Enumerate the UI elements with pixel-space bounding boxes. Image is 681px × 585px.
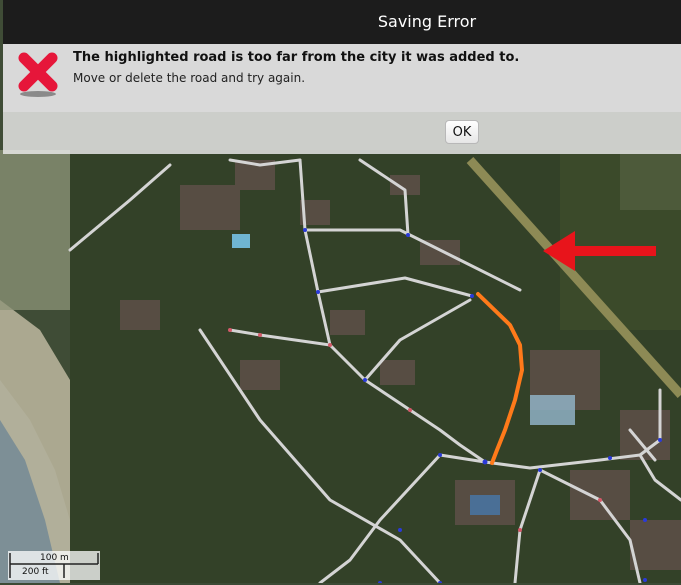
error-message-detail: Move or delete the road and try again. xyxy=(73,71,306,85)
scale-metric-label: 100 m xyxy=(40,553,69,563)
map-scale-bar: 100 m 200 ft xyxy=(8,551,100,580)
dialog-title-bar: Saving Error xyxy=(3,0,681,44)
dialog-button-bar: OK xyxy=(3,112,681,154)
ok-button[interactable]: OK xyxy=(445,120,479,144)
error-x-icon xyxy=(18,52,58,97)
dialog-title: Saving Error xyxy=(377,12,477,31)
error-message-panel: The highlighted road is too far from the… xyxy=(3,44,681,112)
scale-imperial-label: 200 ft xyxy=(22,567,49,577)
error-message-title: The highlighted road is too far from the… xyxy=(73,50,520,65)
